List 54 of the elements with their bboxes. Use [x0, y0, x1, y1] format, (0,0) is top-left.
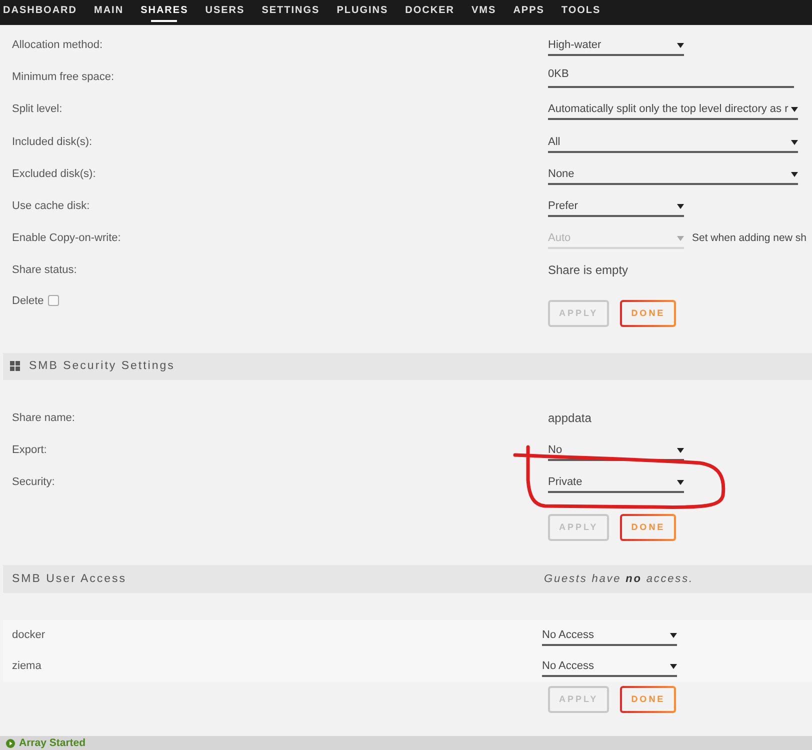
caret-icon: [677, 480, 684, 485]
caret-icon: [670, 633, 677, 638]
dropdown[interactable]: No Access: [542, 624, 677, 646]
nav-tab[interactable]: DASHBOARD: [3, 0, 77, 25]
field-label: Enable Copy-on-write:: [12, 232, 122, 244]
dropdown[interactable]: None: [548, 162, 798, 185]
array-status-text: Array Started: [19, 737, 86, 749]
section-title: SMB Security Settings: [29, 360, 175, 372]
caret-icon: [677, 236, 684, 242]
field-label: Split level:: [12, 103, 64, 116]
caret-icon: [791, 172, 798, 177]
nav-tab[interactable]: SHARES: [140, 0, 188, 25]
share-name-text: appdata: [548, 410, 592, 424]
checkbox[interactable]: [48, 295, 59, 306]
dropdown[interactable]: High-water: [548, 34, 684, 56]
nav-tab[interactable]: TOOLS: [561, 0, 601, 25]
field-label: Allocation method:: [12, 39, 104, 52]
user-name: docker: [12, 629, 46, 642]
caret-icon: [677, 43, 684, 48]
caret-icon: [677, 448, 684, 453]
field-label: Delete: [12, 294, 44, 306]
nav-tab[interactable]: PLUGINS: [336, 0, 388, 25]
dropdown[interactable]: No: [548, 438, 684, 461]
nav-tab[interactable]: DOCKER: [405, 0, 455, 25]
caret-icon: [791, 140, 798, 145]
dropdown[interactable]: No Access: [542, 655, 677, 678]
field-label: Share name:: [12, 412, 76, 424]
section-title: SMB User Access: [12, 572, 128, 585]
caret-icon: [677, 204, 684, 210]
dropdown[interactable]: All: [548, 130, 798, 153]
nav-tab[interactable]: APPS: [513, 0, 544, 25]
caret-icon: [670, 664, 677, 670]
nav-tab[interactable]: USERS: [205, 0, 245, 25]
field-label: Minimum free space:: [12, 71, 116, 84]
nav-tab[interactable]: VMS: [472, 0, 496, 25]
field-label: Share status:: [12, 264, 78, 276]
four-squares-icon: [10, 361, 20, 371]
dropdown[interactable]: Prefer: [548, 195, 684, 218]
user-name: ziema: [12, 660, 42, 672]
caret-icon: [791, 107, 798, 112]
dropdown[interactable]: Automatically split only the top level directory as r: [548, 98, 798, 120]
field-label: Export:: [12, 444, 48, 456]
share-status-text: Share is empty: [548, 263, 630, 278]
dropdown[interactable]: Private: [548, 470, 684, 493]
help-text: Set when adding new sh: [692, 232, 806, 244]
field-label: Use cache disk:: [12, 200, 91, 212]
guest-access-note: Guests have no access.: [544, 572, 694, 585]
field-label: Security:: [12, 476, 56, 488]
status-circle-icon: [6, 738, 15, 748]
field-label: Included disk(s):: [12, 136, 94, 148]
nav-tab[interactable]: MAIN: [94, 0, 124, 25]
nav-tab[interactable]: SETTINGS: [262, 0, 320, 25]
field-label: Excluded disk(s):: [12, 168, 97, 180]
text-input[interactable]: 0KB: [548, 66, 794, 88]
